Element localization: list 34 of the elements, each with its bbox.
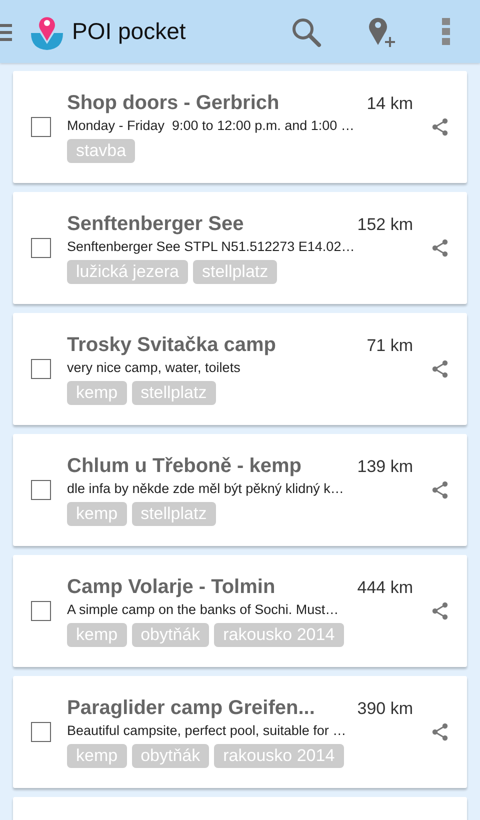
place-description: Senftenberger See STPL N51.512273 E14.02… [67, 238, 356, 254]
place-name: Paraglider camp Greifen... [67, 696, 316, 720]
distance: 152 km [357, 214, 413, 234]
overflow-menu-button[interactable] [442, 18, 450, 46]
checkbox[interactable] [31, 722, 51, 742]
search-button[interactable] [290, 16, 322, 48]
distance: 71 km [366, 336, 413, 356]
share-button[interactable] [431, 481, 449, 499]
distance: 139 km [357, 456, 413, 476]
place-description: very nice camp, water, toilets [67, 360, 242, 374]
distance: 14 km [366, 94, 413, 114]
place-name: Shop doors - Gerbrich [67, 92, 280, 114]
place-description: dle infa by někde zde měl být pěkný klidný k… [67, 480, 345, 496]
menu-icon[interactable] [0, 22, 12, 42]
distance: 444 km [357, 578, 413, 598]
place-name: Chlum u Třeboně - kemp [67, 454, 302, 478]
checkbox[interactable] [31, 601, 51, 621]
place-name: Trosky Svitačka camp [67, 334, 278, 356]
share-button[interactable] [431, 360, 449, 378]
checkbox[interactable] [31, 480, 51, 500]
place-name: Camp Volarje - Tolmin [67, 576, 276, 598]
checkbox[interactable] [31, 117, 51, 137]
share-button[interactable] [431, 602, 449, 620]
distance: 390 km [357, 698, 413, 718]
share-button[interactable] [431, 723, 449, 741]
share-button[interactable] [431, 118, 449, 136]
place-description: A simple camp on the banks of Sochi. Must… [67, 602, 340, 616]
checkbox[interactable] [31, 359, 51, 379]
place-name: Senftenberger See [67, 212, 245, 236]
checkbox[interactable] [31, 238, 51, 258]
place-description: Monday - Friday 9:00 to 12:00 p.m. and 1:00 … [67, 118, 356, 132]
place-description: Beautiful campsite, perfect pool, suitable for … [67, 722, 348, 738]
share-button[interactable] [431, 239, 449, 257]
app-title: POI pocket [72, 18, 187, 45]
